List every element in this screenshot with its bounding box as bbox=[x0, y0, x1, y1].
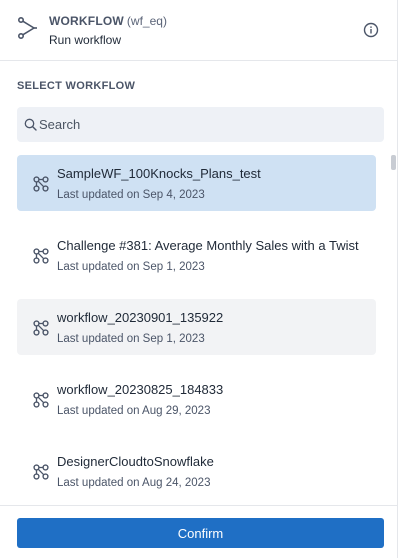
workflow-updated: Last updated on Aug 24, 2023 bbox=[57, 477, 211, 489]
workflow-panel: WORKFLOW (wf_eq) Run workflow SELECT WORK… bbox=[0, 0, 398, 558]
search-icon bbox=[24, 118, 37, 131]
workflow-item[interactable]: Challenge #381: Average Monthly Sales wi… bbox=[17, 227, 376, 283]
header-code: (wf_eq) bbox=[126, 14, 167, 28]
list-scrollbar[interactable] bbox=[391, 155, 396, 505]
workflow-item[interactable]: workflow_20230901_135922 Last updated on… bbox=[17, 299, 376, 355]
header-title-line: WORKFLOW (wf_eq) bbox=[49, 14, 167, 28]
workflow-updated: Last updated on Sep 1, 2023 bbox=[57, 333, 205, 345]
scrollbar-thumb[interactable] bbox=[391, 155, 396, 170]
section-label: SELECT WORKFLOW bbox=[17, 80, 136, 92]
confirm-button[interactable]: Confirm bbox=[17, 518, 384, 548]
workflow-item[interactable]: DesignerCloudtoSnowflake Last updated on… bbox=[17, 443, 376, 499]
workflow-node-icon bbox=[33, 392, 49, 408]
workflow-name: workflow_20230901_135922 bbox=[57, 310, 224, 325]
header-subtitle: Run workflow bbox=[49, 33, 122, 47]
panel-footer: Confirm bbox=[0, 505, 397, 558]
workflow-name: Challenge #381: Average Monthly Sales wi… bbox=[57, 238, 359, 253]
workflow-item[interactable]: workflow_20230825_184833 Last updated on… bbox=[17, 371, 376, 427]
workflow-updated: Last updated on Sep 4, 2023 bbox=[57, 189, 205, 201]
workflow-node-icon bbox=[33, 248, 49, 264]
workflow-name: SampleWF_100Knocks_Plans_test bbox=[57, 166, 261, 181]
panel-header: WORKFLOW (wf_eq) Run workflow bbox=[0, 0, 397, 61]
search-input[interactable] bbox=[39, 107, 379, 142]
info-icon[interactable] bbox=[363, 22, 379, 38]
search-box bbox=[17, 107, 384, 142]
workflow-icon bbox=[17, 16, 37, 39]
workflow-node-icon bbox=[33, 176, 49, 192]
workflow-updated: Last updated on Sep 1, 2023 bbox=[57, 261, 205, 273]
workflow-list: SampleWF_100Knocks_Plans_test Last updat… bbox=[17, 155, 377, 505]
header-title: WORKFLOW bbox=[49, 14, 124, 28]
workflow-updated: Last updated on Aug 29, 2023 bbox=[57, 405, 211, 417]
workflow-item[interactable]: SampleWF_100Knocks_Plans_test Last updat… bbox=[17, 155, 376, 211]
workflow-name: DesignerCloudtoSnowflake bbox=[57, 454, 214, 469]
workflow-name: workflow_20230825_184833 bbox=[57, 382, 224, 397]
workflow-node-icon bbox=[33, 320, 49, 336]
workflow-node-icon bbox=[33, 464, 49, 480]
